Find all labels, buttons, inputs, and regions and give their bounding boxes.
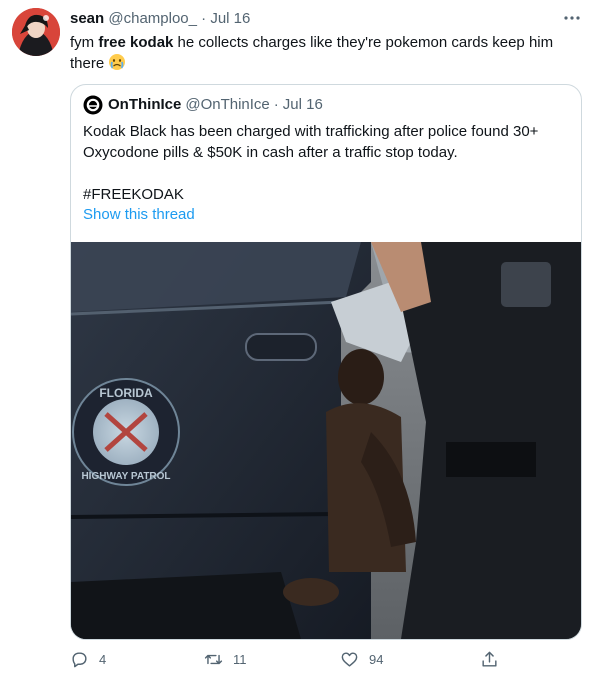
tweet-date[interactable]: Jul 16 xyxy=(210,10,250,27)
quoted-tweet-text: Kodak Black has been charged with traffi… xyxy=(83,121,571,205)
retweet-count: 11 xyxy=(233,652,247,667)
reply-button[interactable]: 4 xyxy=(70,650,106,669)
bold-text: free kodak xyxy=(98,34,174,51)
like-count: 94 xyxy=(369,652,384,667)
show-thread-link[interactable]: Show this thread xyxy=(83,206,195,223)
author-name[interactable]: sean xyxy=(70,10,104,27)
door-badge-bottom: HIGHWAY PATROL xyxy=(81,471,170,482)
tweet-header: sean @champloo_ · Jul 16 xyxy=(70,9,250,29)
reply-icon xyxy=(72,652,87,668)
retweet-icon xyxy=(204,654,223,665)
separator-dot: · xyxy=(273,96,279,113)
like-button[interactable]: 94 xyxy=(340,650,383,669)
quoted-author-name[interactable]: OnThinIce xyxy=(108,95,181,115)
quoted-tweet-image[interactable]: FLORIDA HIGHWAY PATROL xyxy=(71,242,581,639)
traffic-stop-photo: FLORIDA HIGHWAY PATROL xyxy=(71,242,581,639)
tweet-text: fym free kodak he collects charges like … xyxy=(70,32,580,77)
door-badge-top: FLORIDA xyxy=(99,386,153,400)
retweet-button[interactable]: 11 xyxy=(204,650,247,669)
avatar[interactable] xyxy=(12,8,60,56)
onthinice-logo-icon xyxy=(83,95,103,115)
separator-dot: · xyxy=(201,10,207,27)
reply-count: 4 xyxy=(99,652,107,667)
like-icon xyxy=(341,652,358,667)
quoted-tweet-header: OnThinIce @OnThinIce · Jul 16 xyxy=(83,95,323,115)
share-button[interactable] xyxy=(480,650,499,669)
author-handle[interactable]: @champloo_ xyxy=(108,10,197,27)
quoted-tweet-date[interactable]: Jul 16 xyxy=(283,95,323,115)
action-bar: 4 11 94 xyxy=(70,650,510,674)
crying-face-emoji xyxy=(108,53,126,77)
more-icon[interactable] xyxy=(556,4,588,32)
quoted-tweet[interactable]: OnThinIce @OnThinIce · Jul 16 Kodak Blac… xyxy=(70,84,582,640)
share-icon xyxy=(482,651,497,667)
quoted-author-handle[interactable]: @OnThinIce xyxy=(185,95,269,115)
tweet[interactable]: sean @champloo_ · Jul 16 fym free kodak … xyxy=(0,0,600,683)
hashtag-link[interactable]: #FREEKODAK xyxy=(83,184,571,205)
